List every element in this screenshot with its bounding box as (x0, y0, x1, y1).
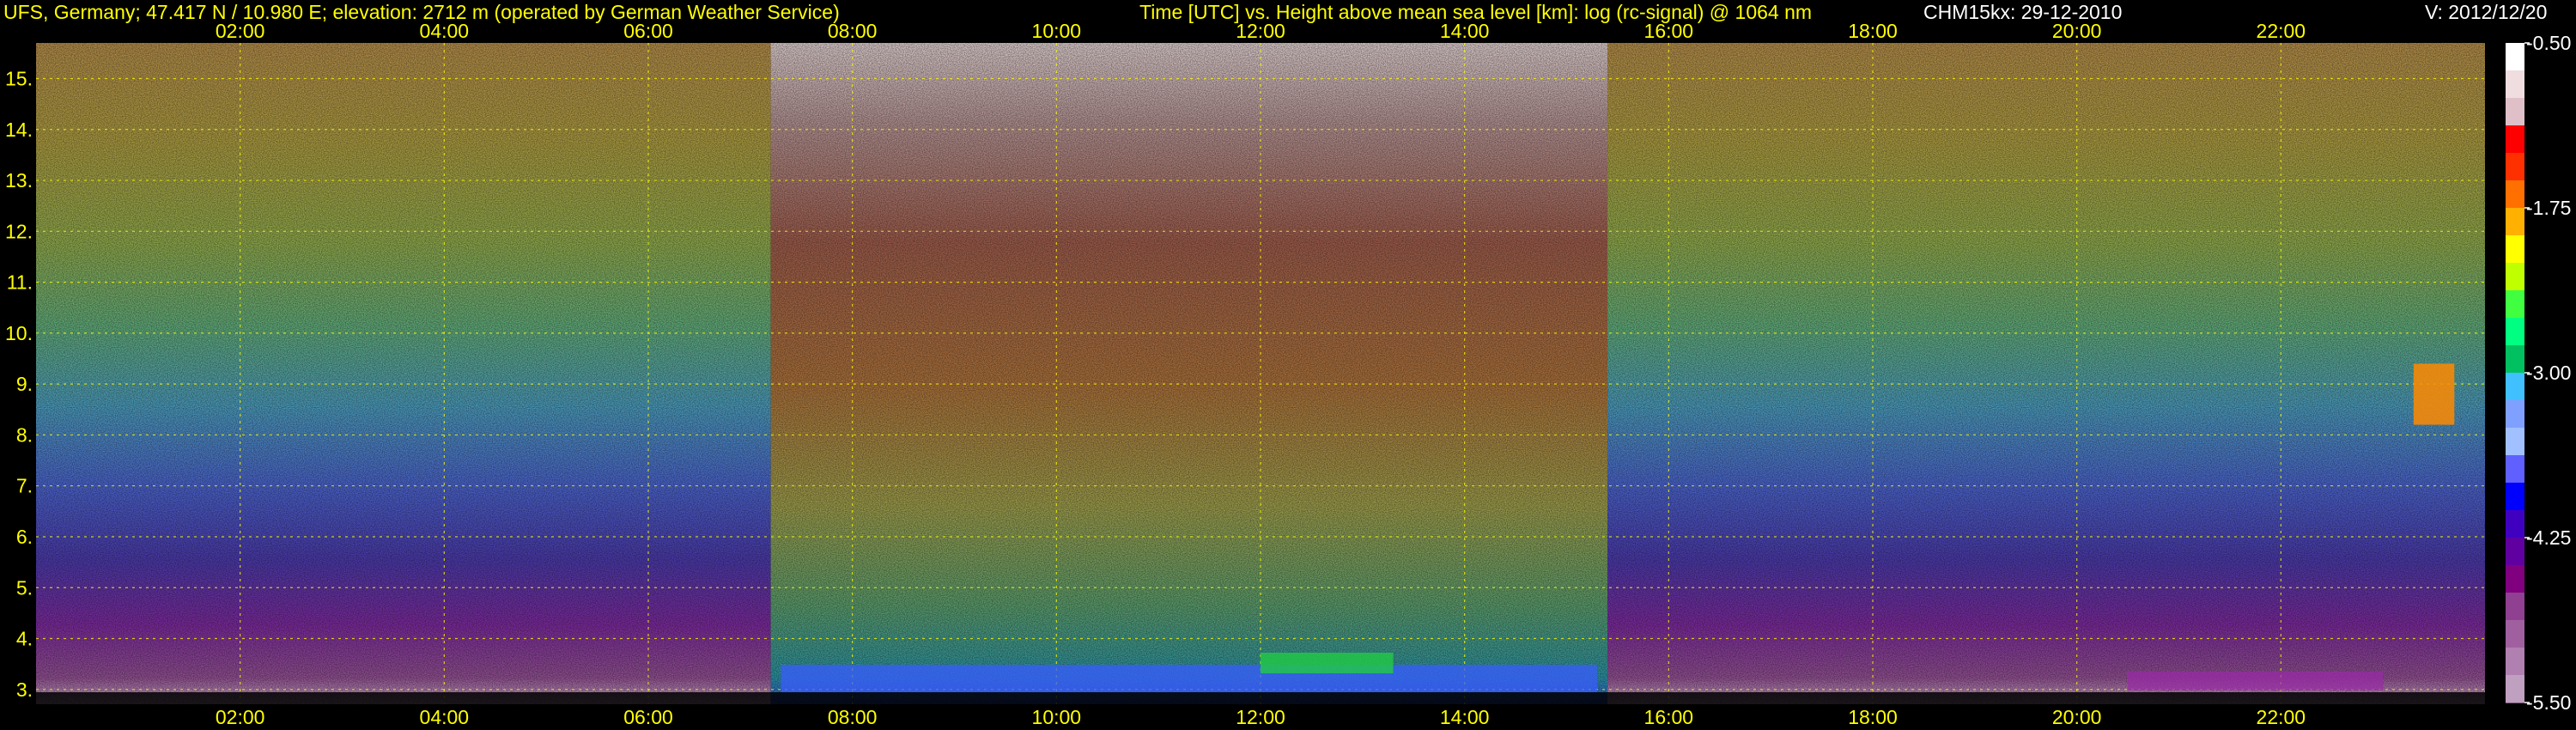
ground-band (36, 692, 2485, 704)
colorbar-swatch (2506, 510, 2524, 538)
colorbar-swatch (2506, 125, 2524, 154)
y-tick-label: 7. (16, 475, 33, 497)
x-tick-label-top: 16:00 (1644, 20, 1694, 42)
y-tick-label: 15. (5, 67, 33, 89)
colorbar-tick-label: -0.50 (2526, 32, 2571, 54)
colorbar-swatch (2506, 235, 2524, 264)
cloud-layer (2413, 363, 2455, 425)
colorbar-tick-label: -1.75 (2526, 197, 2571, 219)
x-tick-label-bottom: 04:00 (420, 706, 470, 728)
y-tick-label: 14. (5, 119, 33, 141)
y-tick-label: 13. (5, 169, 33, 192)
x-tick-label-top: 06:00 (623, 20, 673, 42)
colorbar-swatch (2506, 428, 2524, 456)
y-tick-label: 5. (16, 576, 33, 599)
colorbar-swatch (2506, 400, 2524, 429)
colorbar-swatch (2506, 483, 2524, 511)
colorbar-swatch (2506, 538, 2524, 566)
colorbar-tick-label: -3.00 (2526, 362, 2571, 384)
colorbar-swatch (2506, 373, 2524, 401)
x-axis-top: 02:00 04:00 06:00 08:00 10:00 12:00 14:00 16:00… (216, 20, 2306, 42)
x-tick-label-bottom: 10:00 (1032, 706, 1082, 728)
evening-layer (2128, 672, 2384, 690)
colorbar-tick-label: -5.50 (2526, 691, 2571, 714)
colorbar-swatch (2506, 565, 2524, 593)
colorbar-swatch (2506, 180, 2524, 209)
x-tick-label-top: 04:00 (420, 20, 470, 42)
x-tick-label-bottom: 12:00 (1236, 706, 1285, 728)
x-tick-label-top: 18:00 (1848, 20, 1898, 42)
colorbar-swatch (2506, 648, 2524, 676)
aerosol-layer (1261, 653, 1394, 673)
colorbar-swatch (2506, 43, 2524, 71)
y-tick-label: 4. (16, 628, 33, 650)
colorbar-swatch (2506, 620, 2524, 648)
x-tick-label-bottom: 16:00 (1644, 706, 1694, 728)
x-tick-label-top: 08:00 (828, 20, 878, 42)
x-tick-label-top: 12:00 (1236, 20, 1285, 42)
x-tick-label-bottom: 02:00 (216, 706, 265, 728)
y-tick-label: 8. (16, 423, 33, 446)
x-tick-label-top: 10:00 (1032, 20, 1082, 42)
x-tick-label-bottom: 18:00 (1848, 706, 1898, 728)
y-tick-label: 11. (7, 271, 33, 294)
colorbar-swatch (2506, 153, 2524, 181)
y-axis: 3. 4. 5. 6. 7. 8. 9. 10. 11. 12. 13. 14. 15. (5, 67, 33, 700)
ceilometer-chart: 02:00 04:00 06:00 08:00 10:00 12:00 14:00 16:00… (5, 20, 2571, 728)
colorbar-tick-label: -4.25 (2526, 526, 2571, 549)
colorbar-swatch (2506, 263, 2524, 291)
colorbar (2506, 43, 2524, 703)
colorbar-swatch (2506, 290, 2524, 319)
colorbar-swatch (2506, 70, 2524, 99)
x-tick-label-bottom: 22:00 (2257, 706, 2306, 728)
y-tick-label: 6. (16, 526, 33, 548)
colorbar-swatch (2506, 593, 2524, 621)
x-tick-label-top: 20:00 (2052, 20, 2102, 42)
colorbar-swatch (2506, 455, 2524, 484)
y-tick-label: 10. (5, 322, 33, 344)
colorbar-swatch (2506, 208, 2524, 236)
y-tick-label: 3. (16, 678, 33, 701)
x-tick-label-bottom: 14:00 (1440, 706, 1490, 728)
x-tick-label-top: 22:00 (2257, 20, 2306, 42)
colorbar-swatch (2506, 345, 2524, 374)
x-tick-label-top: 14:00 (1440, 20, 1490, 42)
colorbar-ticks: -0.50 -1.75 -3.00 -4.25 -5.50 (2524, 32, 2571, 714)
x-axis-bottom: 02:00 04:00 06:00 08:00 10:00 12:00 14:00 16:00… (216, 706, 2306, 728)
x-tick-label-top: 02:00 (216, 20, 265, 42)
colorbar-swatch (2506, 318, 2524, 346)
x-tick-label-bottom: 20:00 (2052, 706, 2102, 728)
x-tick-label-bottom: 08:00 (828, 706, 878, 728)
y-tick-label: 9. (16, 373, 33, 395)
colorbar-swatch (2506, 98, 2524, 126)
colorbar-swatch (2506, 675, 2524, 703)
boundary-layer-day (781, 665, 1598, 692)
y-tick-label: 12. (5, 220, 33, 242)
x-tick-label-bottom: 06:00 (623, 706, 673, 728)
